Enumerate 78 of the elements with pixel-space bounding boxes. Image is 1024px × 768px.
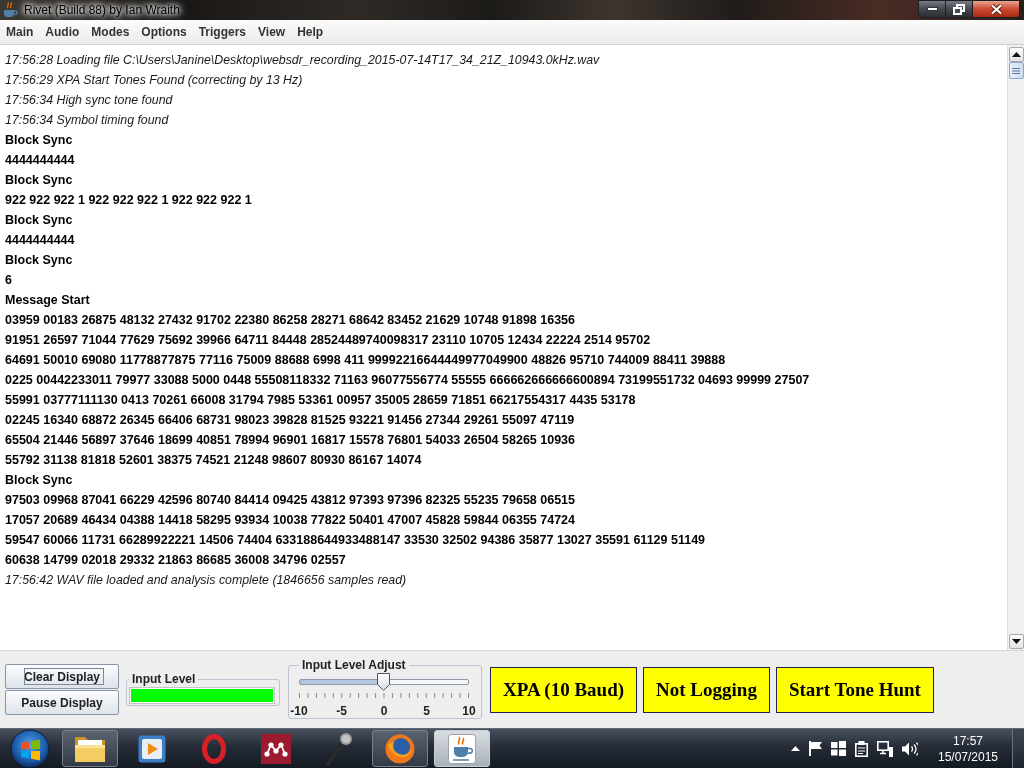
- log-line: 4444444444: [5, 232, 75, 249]
- taskbar-button[interactable]: [62, 730, 118, 767]
- menu-item[interactable]: View: [252, 25, 292, 39]
- clock-time: 17:57: [953, 732, 983, 749]
- log-line: Block Sync: [5, 212, 73, 229]
- scroll-up-button[interactable]: [1008, 47, 1024, 62]
- log-line: Block Sync: [5, 172, 73, 189]
- panel-button[interactable]: Pause Display: [5, 690, 119, 715]
- log-line: 6: [5, 272, 12, 289]
- log-line: 4444444444: [5, 152, 75, 169]
- status-button[interactable]: Not Logging: [643, 667, 770, 713]
- ring-icon: [202, 733, 226, 764]
- log-line: 17:56:28 Loading file C:\Users\Janine\Desktop\websdr_recording_2015-07-14T17_34_21Z_10943.0kHz.wav: [5, 52, 600, 69]
- dots-tile-icon: [261, 733, 291, 764]
- log-line: 17:56:29 XPA Start Tones Found (correcting by 13 Hz): [5, 72, 303, 89]
- log-line: 60638 14799 02018 29332 21863 86685 36008 34796 02557: [5, 552, 346, 569]
- up-triangle-icon[interactable]: [791, 746, 800, 751]
- microphone-icon: [323, 731, 353, 766]
- show-desktop-button[interactable]: [1012, 729, 1024, 768]
- log-line: 17:56:34 High sync tone found: [5, 92, 173, 109]
- grip-lines-icon: [1012, 67, 1020, 74]
- log-line: Block Sync: [5, 252, 73, 269]
- restore-button[interactable]: [946, 0, 973, 18]
- log-line: 922 922 922 1 922 922 922 1 922 922 922 1: [5, 192, 252, 209]
- menu-item[interactable]: Modes: [85, 25, 136, 39]
- log-line: 91951 26597 71044 77629 75692 39966 64711 84448 28524489740098317 23110 10705 12434 22224 2514 95702: [5, 332, 651, 349]
- log-line: 65504 21446 56897 37646 18699 40851 78994 96901 16817 15578 76801 54033 26504 58265 10936: [5, 432, 575, 449]
- group-title: Input Level Adjust: [301, 658, 407, 672]
- log-line: 03959 00183 26875 48132 27432 91702 22380 86258 28271 68642 83452 21629 10748 91898 16356: [5, 312, 575, 329]
- play-icon: [138, 734, 166, 763]
- log-line: 55991 03777111130 0413 70261 66008 31794 7985 53361 00957 35005 28659 71851 66217554317 4435 53178: [5, 392, 636, 409]
- panel-button[interactable]: Clear Display: [5, 664, 119, 689]
- log-line: 0225 00442233011 79977 33088 5000 0448 55508118332 71163 96077556774 55555 666662666666600894 73199551732 04693 99999 27507: [5, 372, 810, 389]
- log-line: 17057 20689 46434 04388 14418 58295 93934 10038 77822 50401 47007 45828 59844 06355 74724: [5, 512, 575, 529]
- tick-label: 10: [462, 704, 476, 718]
- log-line: 64691 50010 69080 11778877875 77116 75009 88688 6998 411 99992216644449977049900 48826 95710 744009 88411 39888: [5, 352, 726, 369]
- tick-label: -10: [290, 704, 308, 718]
- up-triangle-icon: [1011, 52, 1021, 57]
- status-button[interactable]: XPA (10 Baud): [490, 667, 638, 713]
- scroll-down-button[interactable]: [1008, 634, 1024, 649]
- menu-item[interactable]: Help: [291, 25, 330, 39]
- tick-label: -5: [336, 704, 347, 718]
- group-title: Input Level: [131, 672, 197, 686]
- speaker-icon[interactable]: [902, 741, 918, 756]
- flag-icon[interactable]: [809, 741, 822, 756]
- log-line: 55792 31138 81818 52601 38375 74521 21248 98607 80930 86167 14074: [5, 452, 422, 469]
- log-line: Message Start: [5, 292, 90, 309]
- log-line: 59547 60066 11731 66289922221 14506 74404 633188644933488147 33530 32502 94386 35877 13027 35591 61129 51149: [5, 532, 706, 549]
- coffee-cup-icon: [4, 2, 18, 18]
- folder-icon: [74, 734, 106, 763]
- menu-item[interactable]: Options: [135, 25, 193, 39]
- close-icon: [989, 3, 1003, 15]
- tick-label: 5: [423, 704, 430, 718]
- menu-item[interactable]: Audio: [39, 25, 86, 39]
- status-button[interactable]: Start Tone Hunt: [775, 667, 934, 713]
- tick-label: 0: [380, 704, 388, 718]
- minimize-button[interactable]: [918, 0, 946, 18]
- log-line: 17:56:34 Symbol timing found: [5, 112, 169, 129]
- clock-date: 15/07/2015: [937, 748, 999, 765]
- windows-orb-icon[interactable]: [10, 728, 50, 768]
- log-line: Block Sync: [5, 472, 73, 489]
- log-line: 02245 16340 68872 26345 66406 68731 98023 39828 81525 93221 91456 27344 29261 55097 47119: [5, 412, 575, 429]
- menu-item[interactable]: Main: [0, 25, 40, 39]
- minimize-icon: [926, 7, 938, 11]
- windows-logo-icon[interactable]: [831, 741, 846, 756]
- menu-item[interactable]: Triggers: [192, 25, 253, 39]
- scrollbar-thumb[interactable]: [1008, 62, 1024, 79]
- log-line: 17:56:42 WAV file loaded and analysis complete (1846656 samples read): [5, 572, 407, 589]
- clipboard-icon[interactable]: [855, 740, 868, 757]
- log-line: 97503 09968 87041 66229 42596 80740 84414 09425 43812 97393 97396 82325 55235 79658 06515: [5, 492, 575, 509]
- down-triangle-icon: [1011, 639, 1021, 644]
- globe-icon: [385, 733, 415, 764]
- slider-thumb[interactable]: [377, 673, 390, 691]
- log-line: Block Sync: [5, 132, 73, 149]
- close-button[interactable]: [973, 0, 1020, 18]
- monitor-icon[interactable]: [877, 740, 893, 757]
- restore-icon: [953, 3, 965, 15]
- coffee-cup-icon: [448, 733, 476, 764]
